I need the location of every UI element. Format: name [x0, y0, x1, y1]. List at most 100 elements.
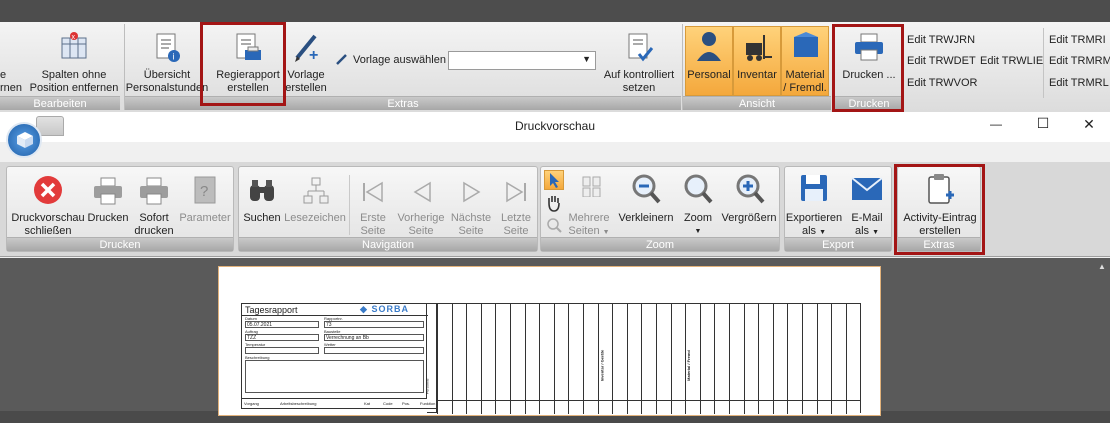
parameter-label: Parameter: [179, 212, 231, 224]
grid-column-line: [568, 304, 570, 414]
date-value: 05.07.2021: [245, 321, 319, 328]
edit-trwjrn-button[interactable]: Edit TRWJRN: [907, 34, 975, 46]
col-kat: Kat: [364, 401, 371, 406]
edit-trmrm-button[interactable]: Edit TRMRM: [1049, 55, 1110, 67]
group-bearbeiten: e rnen x Spalten ohne Position entfernen…: [0, 24, 120, 110]
col-pos: Pos.: [402, 401, 411, 406]
vorherige-seite-button[interactable]: Vorherige Seite: [397, 169, 445, 237]
pointer-tool-button[interactable]: [544, 170, 564, 190]
close-button[interactable]: ✕: [1077, 116, 1101, 133]
grid-column-line: [845, 304, 847, 414]
personal-view-button[interactable]: Personal: [685, 26, 733, 96]
grid-column-line: [729, 304, 730, 414]
sofort-label-1: Sofort: [139, 212, 169, 224]
material-label-2: / Fremdl.: [783, 82, 827, 94]
vorlage-label-1: Vorlage: [287, 69, 325, 81]
naechste-label-1: Nächste: [450, 212, 492, 224]
magnifier-small-icon: [547, 218, 562, 233]
edit-trwvor-button[interactable]: Edit TRWVOR: [907, 77, 978, 89]
lesezeichen-button[interactable]: Lesezeichen: [283, 169, 347, 237]
spalten-label-1: Spalten ohne: [41, 69, 107, 81]
group-zoom: Mehrere Seiten ▼ Verkleinern Zoom ▼ Verg…: [540, 166, 780, 252]
grid-row-line: [437, 400, 861, 401]
zoom-in-icon: [736, 174, 765, 204]
inventar-view-button[interactable]: Inventar: [733, 26, 781, 96]
exportieren-als-button[interactable]: Exportieren als ▼: [786, 169, 842, 237]
group-label-zoom: Zoom: [541, 237, 779, 251]
document-info-icon: i: [156, 33, 180, 62]
suchen-button[interactable]: Suchen: [241, 169, 283, 237]
email-als-button[interactable]: E-Mail als ▼: [843, 169, 891, 237]
auf-kontrolliert-setzen-button[interactable]: Auf kontrolliert setzen: [599, 26, 679, 96]
grid-column-line: [772, 304, 774, 414]
chevron-down-icon: ▼: [582, 54, 591, 64]
email-label-1: E-Mail: [851, 212, 883, 224]
verkleinern-button[interactable]: Verkleinern: [615, 169, 677, 237]
group-label-drucken-preview: Drucken: [7, 237, 233, 251]
grid-column-line: [816, 304, 818, 414]
minimize-button[interactable]: —: [984, 117, 1008, 131]
grid-column-line: [524, 304, 526, 414]
grid-column-line: [466, 304, 468, 414]
chevron-down-icon: ▼: [872, 229, 880, 236]
document-check-icon: [628, 33, 654, 62]
schliessen-label-1: Druckvorschau: [11, 212, 85, 224]
druckvorschau-schliessen-button[interactable]: Druckvorschau schließen: [9, 169, 87, 237]
group-export: Exportieren als ▼ E-Mail als ▼ Export: [784, 166, 892, 252]
hand-tool-button[interactable]: [544, 193, 564, 213]
auf-label-1: Auf kontrolliert: [603, 69, 675, 81]
partial-label-2: rnen: [0, 82, 23, 94]
binoculars-icon: [250, 180, 274, 201]
partial-label-1: e: [0, 69, 7, 81]
svg-text:?: ?: [200, 183, 208, 200]
col-funktion: Funktion: [420, 401, 436, 406]
grid-column-line: [583, 304, 584, 414]
last-page-icon: [506, 181, 526, 203]
zoom-tool-button[interactable]: [544, 216, 564, 236]
grid-column-line: [802, 304, 803, 414]
next-page-icon: [463, 181, 481, 203]
vorlage-erstellen-button[interactable]: + Vorlage erstellen: [281, 26, 331, 96]
zoom-button[interactable]: Zoom ▼: [677, 169, 719, 237]
group-navigation: Suchen Lesezeichen Erste Seite Vorherige…: [238, 166, 538, 252]
edit-trwlie-button[interactable]: Edit TRWLIE: [980, 55, 1043, 67]
zoom-out-icon: [632, 174, 661, 204]
letzte-seite-button[interactable]: Letzte Seite: [495, 169, 537, 237]
multiple-pages-icon: [582, 176, 601, 197]
zoom-magnifier-icon: [684, 174, 713, 204]
edit-trwdet-button[interactable]: Edit TRWDET: [907, 55, 976, 67]
vorlage-select[interactable]: ▼: [448, 51, 596, 70]
erste-seite-button[interactable]: Erste Seite: [351, 169, 395, 237]
page-content: Tagesrapport ◆ SORBA Datum 05.07.2021 Ra…: [241, 303, 861, 423]
personal-vertical-label: Personal: [424, 378, 430, 395]
grid-column-line: [553, 304, 555, 414]
uebersicht-label-1: Übersicht: [143, 69, 191, 81]
lesezeichen-label: Lesezeichen: [284, 212, 346, 224]
temperatur-field: [245, 347, 319, 354]
spalten-entfernen-button[interactable]: x Spalten ohne Position entfernen: [28, 26, 120, 96]
sofort-drucken-button[interactable]: Sofort drucken: [131, 169, 177, 237]
parameter-button[interactable]: ? Parameter: [177, 169, 233, 237]
question-doc-icon: ?: [194, 176, 216, 204]
svg-text:i: i: [173, 52, 175, 62]
maximize-button[interactable]: ☐: [1031, 115, 1055, 132]
mehrere-seiten-button[interactable]: Mehrere Seiten ▼: [567, 169, 611, 237]
svg-text:+: +: [309, 47, 318, 64]
personal-column: Personal: [424, 303, 437, 413]
personal-label: Personal: [687, 69, 731, 81]
naechste-seite-button[interactable]: Nächste Seite: [447, 169, 495, 237]
grid-column-line: [480, 304, 482, 414]
edit-trmrl-button[interactable]: Edit TRMRL: [1049, 77, 1109, 89]
material-view-button[interactable]: Material / Fremdl.: [781, 26, 829, 96]
grid-column-line: [626, 304, 628, 414]
uebersicht-personalstunden-button[interactable]: i Übersicht Personalstunden: [126, 26, 208, 96]
drucken-preview-button[interactable]: Drucken: [87, 169, 129, 237]
pen-small-icon: [336, 54, 347, 65]
app-menu-button[interactable]: [6, 122, 42, 158]
edit-trmri-button[interactable]: Edit TRMRI: [1049, 34, 1106, 46]
col-arbeitsbeschreibung: Arbeitsbeschreibung: [280, 401, 317, 406]
material-vertical-label: Material / Fremd: [685, 350, 691, 381]
cursor-arrow-icon: [550, 173, 559, 188]
scrollbar-arrow[interactable]: ▲: [1098, 262, 1106, 271]
vergroessern-button[interactable]: Vergrößern: [719, 169, 779, 237]
